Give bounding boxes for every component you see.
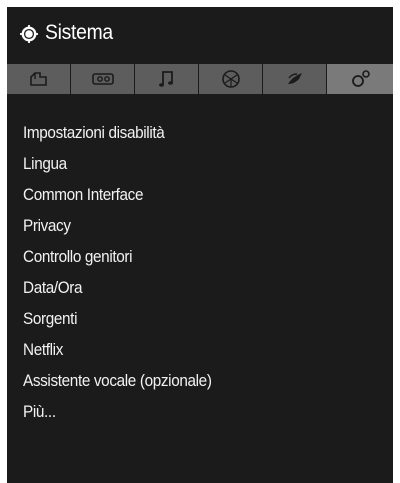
system-settings-icon [352,70,370,87]
menu-item-voice-assistant[interactable]: Assistente vocale (opzionale) [23,365,212,396]
menu-item-date-time[interactable]: Data/Ora [23,272,212,303]
menu-item-accessibility[interactable]: Impostazioni disabilità [23,117,212,148]
page-title: Sistema [45,21,113,44]
installation-satellite-icon [287,73,302,84]
network-globe-icon [221,70,240,88]
title-bar: Sistema [7,7,393,59]
menu-item-netflix[interactable]: Netflix [23,334,212,365]
menu-item-sources[interactable]: Sorgenti [23,303,212,334]
menu-item-privacy[interactable]: Privacy [23,210,212,241]
tab-system[interactable] [327,64,393,94]
tab-picture[interactable] [7,64,70,94]
tab-installation[interactable] [263,64,326,94]
gear-icon [20,25,38,43]
picture-icon [29,72,47,86]
tab-music[interactable] [135,64,198,94]
music-note-icon [158,71,173,87]
screen-frame: Sistema Impostazioni disabilità Lingua C… [0,0,400,483]
tab-sound[interactable] [71,64,134,94]
settings-panel: Sistema Impostazioni disabilità Lingua C… [7,7,393,483]
tab-network[interactable] [199,64,262,94]
settings-menu: Impostazioni disabilità Lingua Common In… [23,117,233,427]
category-tabs [7,64,393,94]
menu-item-parental-control[interactable]: Controllo genitori [23,241,212,272]
menu-item-common-interface[interactable]: Common Interface [23,179,212,210]
menu-item-language[interactable]: Lingua [23,148,212,179]
menu-item-more[interactable]: Più... [23,396,212,427]
sound-icon [91,73,114,85]
